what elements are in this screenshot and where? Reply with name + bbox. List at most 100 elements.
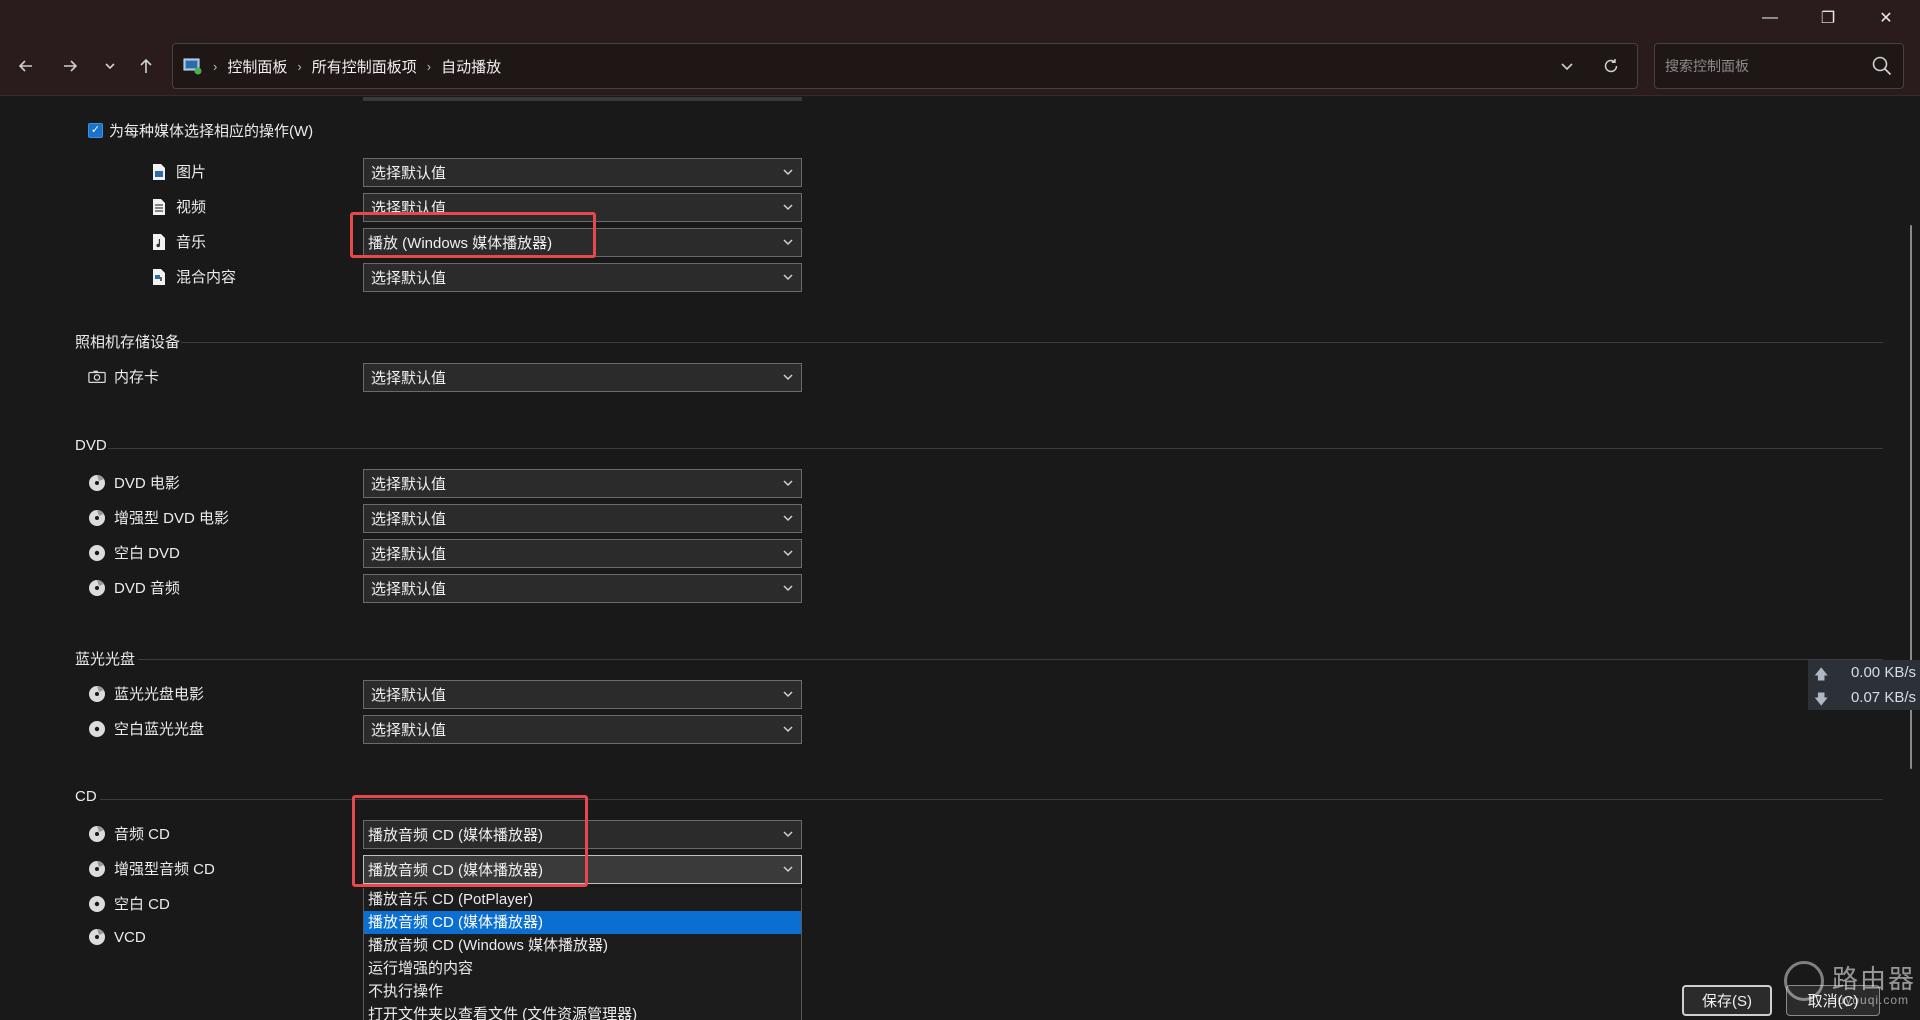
mixed-file-icon	[150, 268, 168, 286]
watermark-text: 路由器	[1832, 965, 1917, 995]
breadcrumb-all-items[interactable]: 所有控制面板项	[312, 56, 417, 77]
autoplay-content: ✓ 为每种媒体选择相应的操作(W) 图片 选择默认值 视频 选择默认值 音乐 播…	[0, 97, 1920, 1020]
forward-button[interactable]	[52, 48, 88, 84]
dropdown-value: 选择默认值	[371, 546, 447, 563]
restore-button[interactable]: ❐	[1806, 0, 1850, 36]
highlight-box-music	[350, 212, 596, 258]
dvd-audio-dropdown[interactable]: 选择默认值	[363, 574, 802, 603]
arrow-right-icon	[64, 60, 78, 72]
chevron-down-icon	[783, 691, 793, 698]
cd-item-vcd: VCD	[88, 928, 146, 946]
chevron-down-icon	[105, 63, 115, 70]
media-item-label: 音乐	[176, 234, 207, 251]
arrow-up-icon	[140, 58, 152, 73]
refresh-icon	[1604, 59, 1618, 73]
close-button[interactable]: ✕	[1864, 0, 1908, 36]
cd-item-audio: 音频 CD	[88, 823, 170, 844]
disc-icon	[88, 928, 106, 946]
dvd-item-label: DVD 电影	[114, 475, 180, 492]
dropdown-option-selected[interactable]: 播放音频 CD (媒体播放器)	[364, 911, 801, 934]
dropdown-option[interactable]: 运行增强的内容	[364, 957, 801, 980]
dvd-item-enhanced-movie: 增强型 DVD 电影	[88, 507, 229, 528]
dropdown-value: 选择默认值	[371, 165, 447, 182]
network-speed-widget: 🡅 0.00 KB/s 🡇 0.07 KB/s	[1808, 660, 1920, 710]
download-speed: 0.07 KB/s	[1850, 689, 1916, 706]
dvd-item-label: 增强型 DVD 电影	[114, 510, 230, 527]
bluray-blank-dropdown[interactable]: 选择默认值	[363, 715, 802, 744]
mixed-content-dropdown[interactable]: 选择默认值	[363, 263, 802, 292]
dvd-movie-dropdown[interactable]: 选择默认值	[363, 469, 802, 498]
dvd-item-movie: DVD 电影	[88, 472, 180, 493]
chevron-down-icon	[783, 204, 793, 211]
dvd-item-audio: DVD 音频	[88, 577, 180, 598]
dvd-item-blank: 空白 DVD	[88, 542, 180, 563]
chevron-down-icon	[783, 274, 793, 281]
media-checkbox-row[interactable]: ✓ 为每种媒体选择相应的操作(W)	[88, 120, 313, 141]
dvd-blank-dropdown[interactable]: 选择默认值	[363, 539, 802, 568]
media-item-video: 视频	[150, 196, 206, 217]
search-input[interactable]	[1655, 44, 1865, 88]
media-checkbox[interactable]: ✓	[88, 123, 103, 138]
back-button[interactable]	[8, 48, 44, 84]
dropdown-value: 选择默认值	[371, 687, 447, 704]
bluray-item-blank: 空白蓝光光盘	[88, 718, 204, 739]
media-checkbox-label: 为每种媒体选择相应的操作(W)	[109, 123, 314, 140]
dropdown-option[interactable]: 不执行操作	[364, 980, 801, 1003]
chevron-down-icon	[783, 550, 793, 557]
cd-item-blank: 空白 CD	[88, 893, 170, 914]
scrolled-dropdown-edge	[363, 97, 802, 101]
media-item-music: 音乐	[150, 231, 206, 252]
media-item-label: 视频	[176, 199, 207, 216]
breadcrumb-control-panel[interactable]: 控制面板	[227, 56, 287, 77]
arrow-left-icon	[18, 60, 32, 72]
dropdown-option[interactable]: 播放音频 CD (Windows 媒体播放器)	[364, 934, 801, 957]
dropdown-option[interactable]: 播放音乐 CD (PotPlayer)	[364, 888, 801, 911]
dvd-item-label: 空白 DVD	[114, 545, 180, 562]
cd-item-label: 音频 CD	[114, 826, 170, 843]
dvd-item-label: DVD 音频	[114, 580, 180, 597]
chevron-down-icon	[783, 239, 793, 246]
disc-icon	[88, 509, 106, 527]
breadcrumb-separator: ›	[426, 58, 432, 74]
recent-locations-button[interactable]	[92, 48, 128, 84]
section-divider	[138, 659, 1883, 660]
upload-speed: 0.00 KB/s	[1850, 664, 1916, 681]
search-box[interactable]	[1654, 43, 1904, 89]
media-item-label: 混合内容	[176, 269, 237, 286]
blank-disc-icon	[88, 720, 106, 738]
refresh-button[interactable]	[1599, 54, 1623, 78]
chevron-down-icon	[783, 480, 793, 487]
video-file-icon	[150, 198, 168, 216]
chevron-down-icon	[783, 374, 793, 381]
router-logo-icon	[1784, 961, 1824, 1001]
address-bar[interactable]: › 控制面板 › 所有控制面板项 › 自动播放	[172, 43, 1638, 89]
section-title-dvd: DVD	[75, 437, 107, 454]
breadcrumb-separator: ›	[213, 58, 218, 74]
memory-card-dropdown[interactable]: 选择默认值	[363, 363, 802, 392]
bluray-item-label: 空白蓝光光盘	[114, 721, 205, 738]
cd-item-label: VCD	[114, 928, 146, 946]
watermark-logo: 路由器 luyouqi.com	[1780, 955, 1920, 1015]
chevron-down-icon	[783, 831, 793, 838]
pictures-dropdown[interactable]: 选择默认值	[363, 158, 802, 187]
save-button[interactable]: 保存(S)	[1682, 985, 1772, 1016]
control-panel-icon	[183, 58, 202, 75]
disc-icon	[88, 579, 106, 597]
dropdown-value: 选择默认值	[371, 511, 447, 528]
dropdown-value: 选择默认值	[371, 370, 447, 387]
enhanced-audio-cd-options-list[interactable]: 播放音乐 CD (PotPlayer) 播放音频 CD (媒体播放器) 播放音频…	[363, 888, 802, 1020]
media-item-pictures: 图片	[150, 161, 206, 182]
bluray-movie-dropdown[interactable]: 选择默认值	[363, 680, 802, 709]
title-bar: — ❐ ✕	[0, 0, 1920, 36]
chevron-down-icon	[783, 169, 793, 176]
address-history-button[interactable]	[1555, 54, 1579, 78]
dropdown-option[interactable]: 打开文件夹以查看文件 (文件资源管理器)	[364, 1003, 801, 1020]
breadcrumb-autoplay[interactable]: 自动播放	[441, 56, 501, 77]
dropdown-value: 选择默认值	[371, 270, 447, 287]
dvd-enhanced-movie-dropdown[interactable]: 选择默认值	[363, 504, 802, 533]
section-title-bluray: 蓝光光盘	[75, 651, 136, 668]
up-button[interactable]	[128, 48, 164, 84]
disc-icon	[88, 825, 106, 843]
minimize-button[interactable]: —	[1748, 0, 1792, 36]
search-icon[interactable]	[1871, 55, 1893, 77]
